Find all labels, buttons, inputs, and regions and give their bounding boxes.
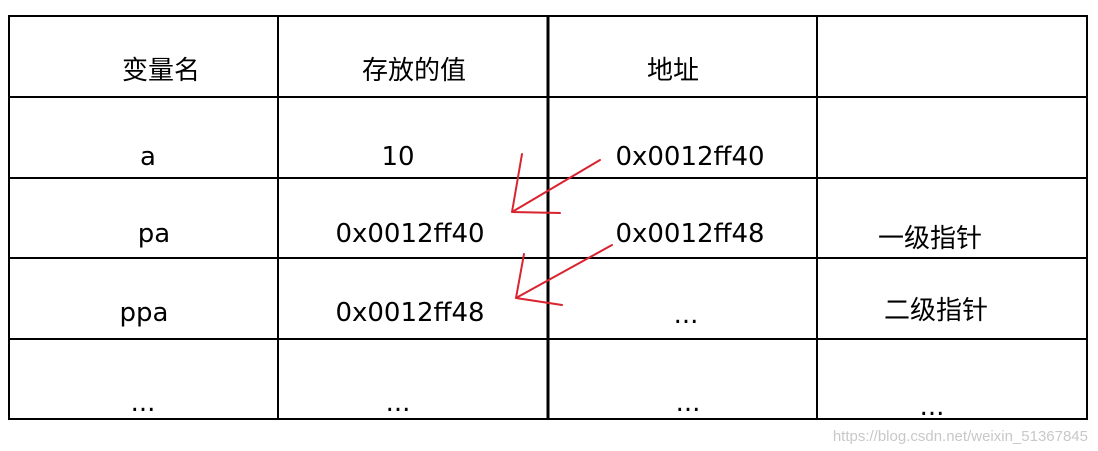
row-more-value: ... [385, 388, 411, 418]
row-ppa-address: ... [673, 300, 699, 330]
row-ppa-value: 0x0012ff48 [335, 298, 485, 328]
row-pa-address: 0x0012ff48 [615, 219, 765, 249]
row-pa-value: 0x0012ff40 [335, 219, 485, 249]
header-address: 地址 [646, 56, 700, 86]
row-more-note: ... [919, 392, 945, 422]
row-more-name: ... [130, 388, 156, 418]
row-a-value: 10 [381, 142, 415, 172]
row-a-address: 0x0012ff40 [615, 142, 765, 172]
row-pa-name: pa [137, 219, 171, 249]
row-ppa-name: ppa [119, 298, 169, 328]
row-ppa-note: 二级指针 [883, 296, 989, 326]
header-variable-name: 变量名 [121, 56, 201, 86]
row-more-address: ... [675, 388, 701, 418]
row-pa-note: 一级指针 [877, 224, 983, 254]
watermark-text: https://blog.csdn.net/weixin_51367845 [832, 428, 1088, 445]
row-a-name: a [140, 142, 156, 172]
header-stored-value: 存放的值 [361, 56, 467, 86]
